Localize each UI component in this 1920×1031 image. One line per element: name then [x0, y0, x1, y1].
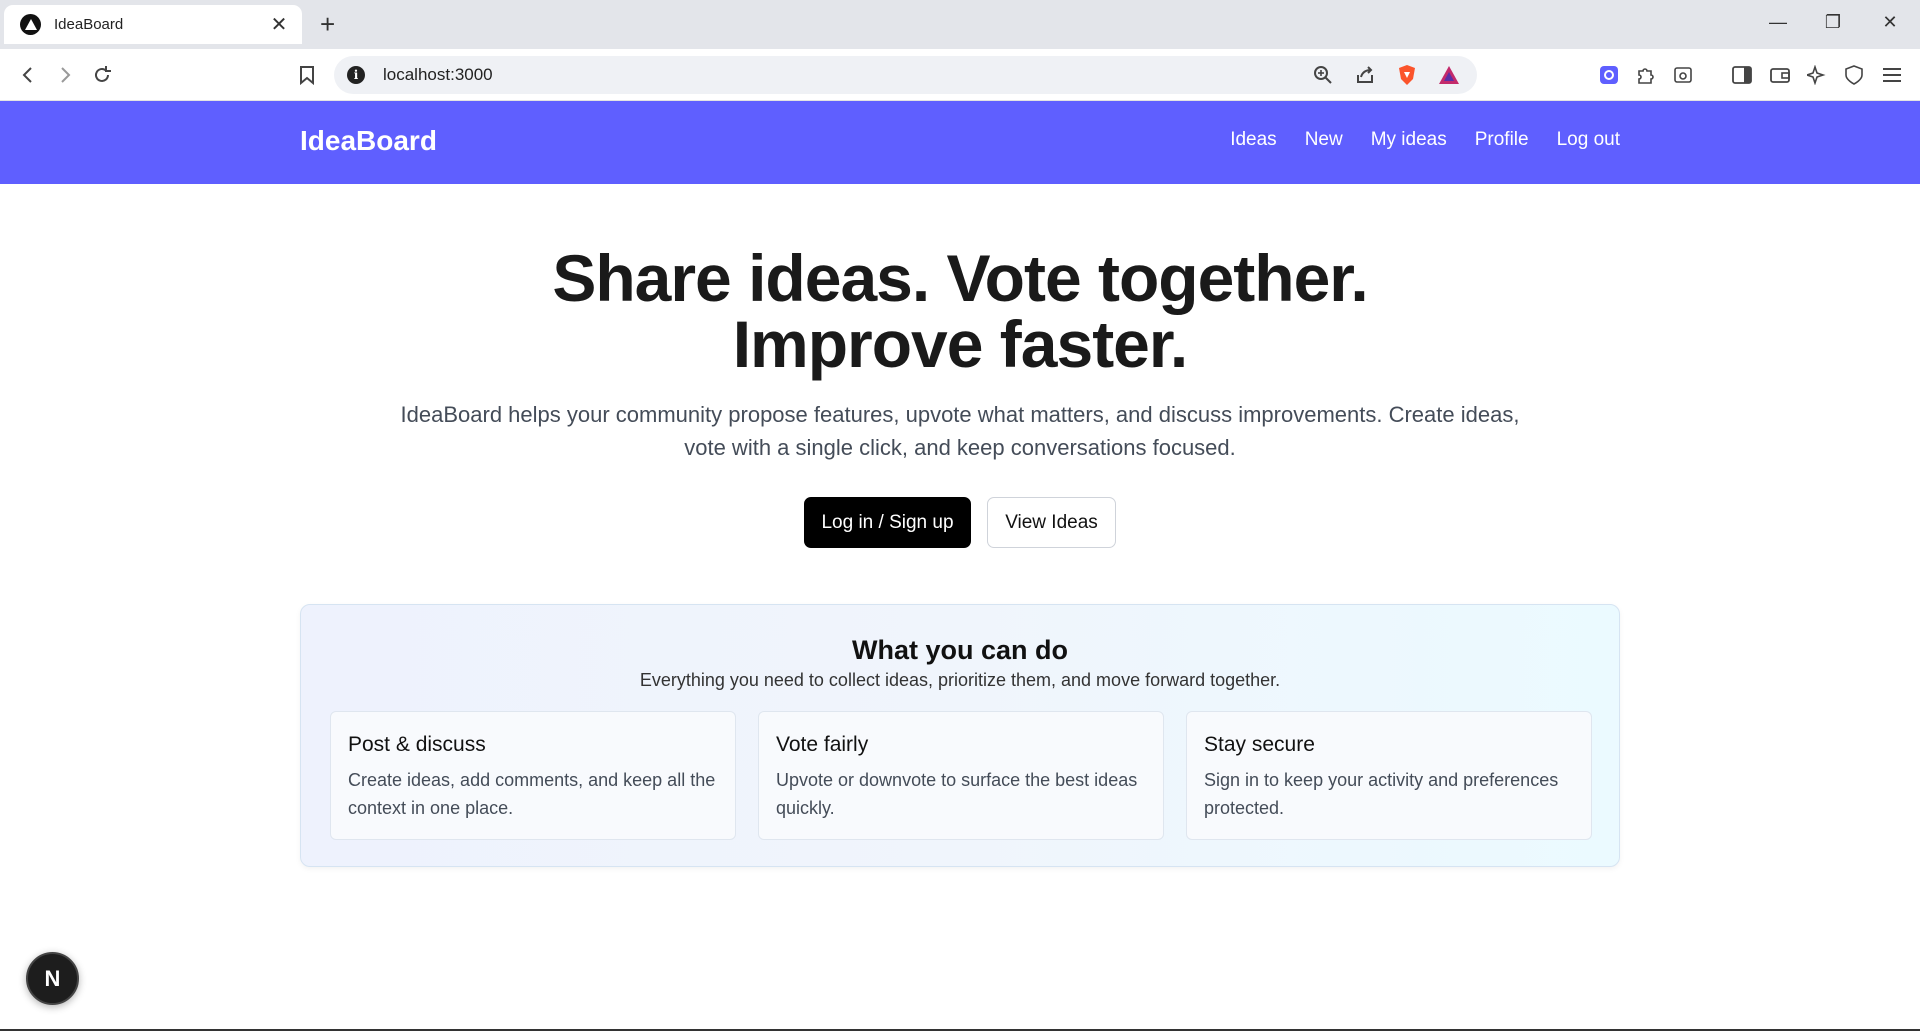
restore-button[interactable]: ❐ — [1823, 12, 1843, 33]
reload-icon[interactable] — [89, 62, 115, 88]
browser-toolbar: i localhost:3000 — [0, 49, 1920, 101]
menu-icon[interactable] — [1879, 62, 1905, 88]
brand-logo[interactable]: IdeaBoard — [300, 125, 437, 157]
brave-shield-icon[interactable] — [1395, 63, 1419, 87]
features-title: What you can do — [852, 635, 1068, 665]
features-panel: What you can do Everything you need to c… — [300, 604, 1620, 867]
nav-profile[interactable]: Profile — [1475, 129, 1529, 151]
forward-icon[interactable] — [52, 62, 78, 88]
login-signup-button[interactable]: Log in / Sign up — [804, 497, 971, 548]
share-icon[interactable] — [1353, 63, 1377, 87]
back-icon[interactable] — [15, 62, 41, 88]
vpn-shield-icon[interactable] — [1841, 62, 1867, 88]
hero-title: Share ideas. Vote together. Improve fast… — [0, 245, 1920, 377]
feature-card-post-discuss: Post & discuss Create ideas, add comment… — [330, 711, 736, 840]
app-header: IdeaBoard Ideas New My ideas Profile Log… — [0, 101, 1920, 184]
hero-title-line-2: Improve faster. — [732, 307, 1189, 381]
feature-card-desc: Create ideas, add comments, and keep all… — [348, 770, 716, 818]
features-subtitle: Everything you need to collect ideas, pr… — [639, 670, 1281, 690]
nav-log-out[interactable]: Log out — [1557, 129, 1620, 151]
nav-ideas[interactable]: Ideas — [1230, 129, 1276, 151]
hero-subtitle: IdeaBoard helps your community propose f… — [400, 402, 1520, 460]
url-text[interactable]: localhost:3000 — [383, 65, 1311, 85]
tab-title: IdeaBoard — [54, 16, 124, 33]
sidebar-icon[interactable] — [1729, 62, 1755, 88]
address-bar[interactable]: i localhost:3000 — [334, 56, 1477, 94]
main-nav: Ideas New My ideas Profile Log out — [1230, 129, 1620, 151]
feature-card-stay-secure: Stay secure Sign in to keep your activit… — [1186, 711, 1592, 840]
bookmark-icon[interactable] — [294, 62, 320, 88]
feature-card-desc: Upvote or downvote to surface the best i… — [776, 770, 1138, 818]
reader-mode-icon[interactable] — [1670, 62, 1696, 88]
feature-card-desc: Sign in to keep your activity and prefer… — [1204, 770, 1559, 818]
leo-ai-icon[interactable] — [1804, 62, 1830, 88]
nav-my-ideas[interactable]: My ideas — [1371, 129, 1447, 151]
nextjs-dev-badge-icon[interactable]: N — [26, 952, 79, 1005]
view-ideas-button[interactable]: View Ideas — [987, 497, 1116, 548]
feature-card-title: Vote fairly — [776, 733, 869, 756]
browser-tab-bar: IdeaBoard ✕ + — ❐ ✕ — [0, 0, 1920, 49]
nav-new[interactable]: New — [1305, 129, 1343, 151]
feature-card-title: Stay secure — [1204, 733, 1315, 756]
extensions-puzzle-icon[interactable] — [1633, 62, 1659, 88]
feature-cards: Post & discuss Create ideas, add comment… — [330, 711, 1592, 840]
minimize-button[interactable]: — — [1768, 12, 1788, 33]
hero-actions: Log in / Sign up View Ideas — [0, 497, 1920, 548]
browser-tab[interactable]: IdeaBoard ✕ — [4, 5, 302, 44]
site-info-icon[interactable]: i — [347, 66, 365, 84]
new-tab-button[interactable]: + — [320, 10, 335, 38]
app-favicon-icon — [20, 14, 41, 35]
feature-card-vote-fairly: Vote fairly Upvote or downvote to surfac… — [758, 711, 1164, 840]
window-close-button[interactable]: ✕ — [1880, 12, 1900, 33]
zoom-icon[interactable] — [1311, 63, 1335, 87]
wallet-icon[interactable] — [1767, 62, 1793, 88]
brave-rewards-icon[interactable] — [1437, 63, 1461, 87]
extension-app-icon[interactable] — [1596, 62, 1622, 88]
feature-card-title: Post & discuss — [348, 733, 486, 756]
tab-close-icon[interactable]: ✕ — [268, 15, 290, 35]
hero-title-line-1: Share ideas. Vote together. — [552, 241, 1368, 315]
